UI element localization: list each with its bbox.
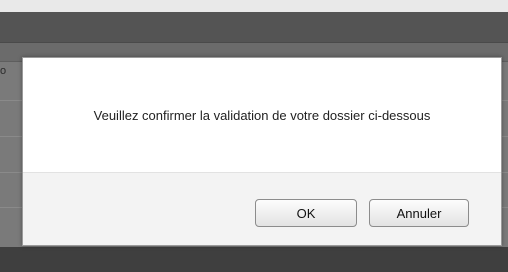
ok-button[interactable]: OK [255, 199, 357, 227]
background-partial-text: o [0, 65, 7, 77]
dialog-body: Veuillez confirmer la validation de votr… [23, 58, 501, 172]
page-footer-bar [0, 247, 508, 272]
dialog-footer: OK Annuler [23, 172, 501, 245]
page-header-bar [0, 12, 508, 43]
page-top-strip [0, 0, 508, 12]
confirmation-dialog: Veuillez confirmer la validation de votr… [22, 57, 502, 246]
dialog-message: Veuillez confirmer la validation de votr… [93, 107, 431, 123]
cancel-button[interactable]: Annuler [369, 199, 469, 227]
